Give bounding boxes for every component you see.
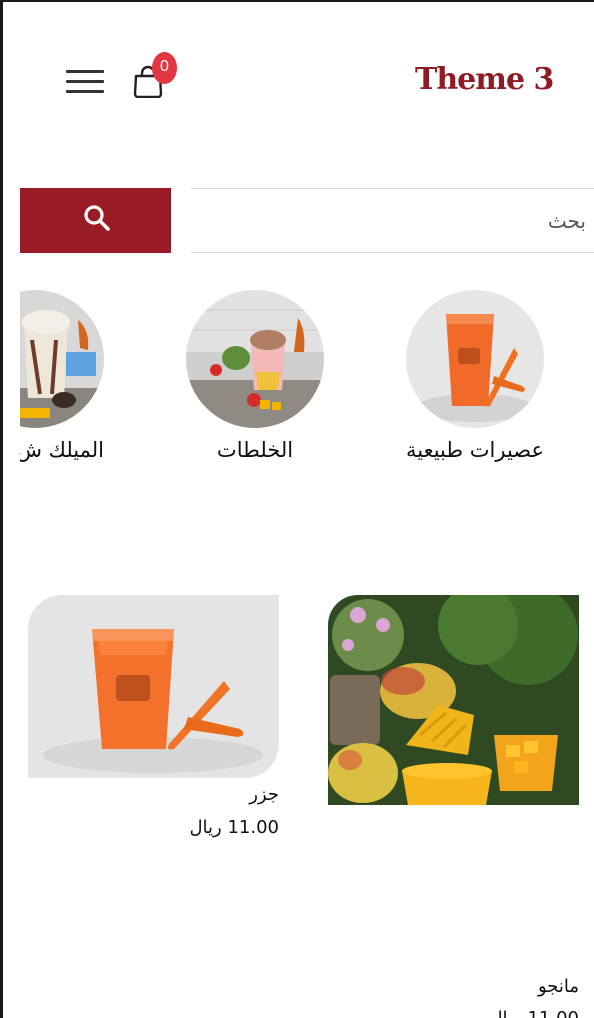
cart-count-badge: 0: [152, 52, 177, 84]
category-label: الخلطات: [216, 438, 294, 462]
window-left-border: [0, 0, 3, 1018]
category-image-mixes: [186, 290, 324, 428]
category-milkshake[interactable]: الميلك ش: [20, 290, 104, 462]
window-top-border: [0, 0, 594, 2]
search-input[interactable]: [191, 188, 594, 253]
product-price: 11.00 ريال: [328, 1008, 579, 1018]
hamburger-icon: [66, 70, 104, 73]
hamburger-menu-button[interactable]: [66, 70, 104, 94]
category-label: عصيرات طبيعية: [405, 438, 545, 462]
category-mixes[interactable]: الخلطات: [176, 290, 334, 462]
search-button[interactable]: [20, 188, 171, 253]
category-image-milkshake: [20, 290, 104, 428]
search-icon: [84, 205, 110, 231]
brand-logo[interactable]: Theme 3: [415, 62, 554, 97]
product-name: جزر: [249, 784, 279, 805]
category-image-natural-juices: [406, 290, 544, 428]
hamburger-icon-line: [66, 90, 104, 93]
product-image-mango: [328, 595, 579, 805]
product-card-carrot[interactable]: جزر 11.00 ريال: [20, 595, 279, 838]
category-natural-juices[interactable]: عصيرات طبيعية: [380, 290, 570, 462]
category-label: الميلك ش: [20, 438, 104, 462]
product-card-mango[interactable]: [328, 595, 579, 805]
hamburger-icon-line: [66, 80, 104, 83]
search-bar: [20, 188, 594, 253]
product-price: 11.00 ريال: [189, 817, 279, 838]
product-image-carrot: [28, 595, 279, 778]
cart-button[interactable]: 0: [132, 52, 180, 102]
product-name: مانجو: [537, 976, 579, 997]
